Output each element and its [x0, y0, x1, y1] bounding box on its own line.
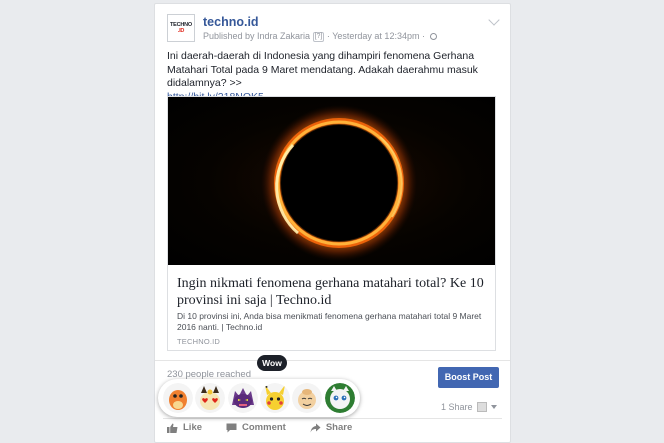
share-count[interactable]: 1 Share [441, 402, 497, 412]
page-avatar[interactable]: TECHNO .ID [167, 14, 195, 42]
comment-icon [226, 423, 237, 432]
thumbs-up-icon [167, 423, 178, 433]
meta-separator-2: · [421, 31, 425, 41]
comment-label: Comment [242, 422, 286, 433]
chevron-down-icon[interactable] [488, 14, 500, 26]
help-badge[interactable]: [?] [312, 32, 325, 42]
published-by: Published by Indra Zakaria [203, 31, 311, 41]
link-title[interactable]: Ingin nikmati fenomena gerhana matahari … [177, 275, 487, 309]
reaction-haunter[interactable] [227, 383, 258, 413]
link-domain: TECHNO.ID [177, 337, 221, 346]
page-avatar-icon [476, 402, 487, 412]
haunter-icon [227, 383, 258, 413]
pikachu-icon [260, 383, 291, 413]
share-count-label: 1 Share [441, 402, 473, 412]
globe-icon [429, 33, 437, 40]
reaction-charmander[interactable] [163, 383, 194, 413]
share-label: Share [325, 422, 353, 433]
like-label: Like [183, 422, 203, 433]
logo-text: TECHNO .ID [170, 22, 192, 34]
comment-button[interactable]: Comment [226, 422, 286, 433]
meowth-icon [195, 383, 226, 413]
eclipse-image[interactable] [168, 97, 495, 265]
divider [155, 360, 510, 361]
jigglypuff-icon [324, 383, 355, 413]
share-arrow-icon [310, 423, 321, 432]
reaction-drowzee[interactable] [292, 383, 323, 413]
logo-bottom-text: .ID [177, 28, 185, 34]
share-button[interactable]: Share [310, 422, 352, 433]
reaction-pikachu[interactable] [260, 383, 291, 413]
post-body-text: Ini daerah-daerah di Indonesia yang diha… [167, 50, 478, 89]
action-bar: Like Comment Share [167, 422, 352, 433]
reactions-popup [158, 379, 360, 417]
charmander-icon [163, 383, 194, 413]
post-header: TECHNO .ID techno.id Published by Indra … [167, 14, 500, 48]
reaction-meowth-love[interactable] [195, 383, 226, 413]
actions-divider [163, 418, 502, 419]
post-timestamp[interactable]: Yesterday at 12:34pm [332, 31, 419, 41]
post-meta: Published by Indra Zakaria [?] · Yesterd… [203, 31, 437, 42]
link-preview[interactable]: Ingin nikmati fenomena gerhana matahari … [167, 96, 496, 351]
boost-post-button[interactable]: Boost Post [438, 367, 499, 388]
reaction-tooltip: Wow [257, 355, 287, 371]
page-name-link[interactable]: techno.id [203, 15, 259, 29]
drowzee-icon [292, 383, 323, 413]
link-description: Di 10 provinsi ini, Anda bisa menikmati … [177, 311, 482, 332]
meta-separator: · [326, 31, 330, 41]
solar-eclipse-illustration [261, 105, 417, 261]
reaction-jigglypuff[interactable] [324, 383, 355, 413]
caret-down-icon[interactable] [490, 405, 497, 409]
like-button[interactable]: Like [167, 422, 202, 433]
post-card: TECHNO .ID techno.id Published by Indra … [154, 3, 511, 443]
